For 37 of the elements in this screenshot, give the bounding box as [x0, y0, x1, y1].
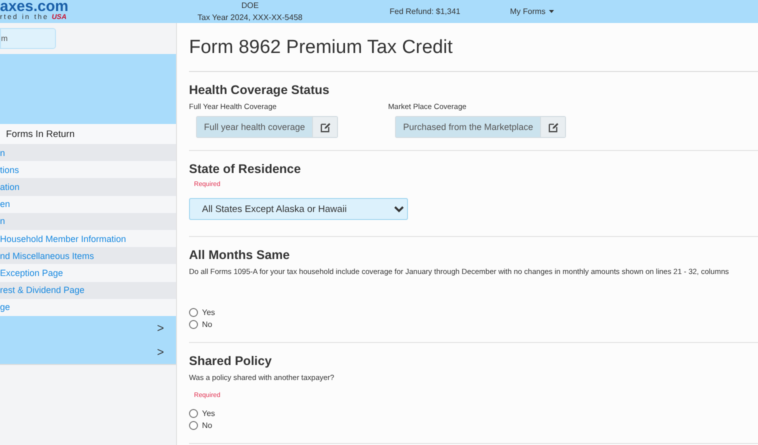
- section-title: All Months Same: [189, 248, 291, 262]
- option-label: No: [202, 320, 212, 328]
- sidebar-item[interactable]: nd Miscellaneous Items: [0, 247, 176, 264]
- coverage-field[interactable]: Purchased from the Marketplace: [395, 116, 566, 138]
- forms-heading: Forms In Return: [6, 128, 75, 140]
- section-title: Health Coverage Status: [189, 83, 330, 97]
- radio-button[interactable]: [189, 408, 198, 418]
- radio-button[interactable]: [189, 308, 198, 316]
- radio-button[interactable]: [189, 320, 198, 328]
- search-field[interactable]: m: [0, 28, 56, 49]
- sidebar-section[interactable]: >: [0, 340, 176, 364]
- sidebar-item[interactable]: n: [0, 144, 176, 162]
- coverage-field[interactable]: Full year health coverage: [196, 116, 338, 138]
- sidebar-item[interactable]: ation: [0, 178, 176, 196]
- tax-year-text: Tax Year 2024, XXX-XX-5458: [196, 12, 304, 24]
- sidebar-item[interactable]: rest & Dividend Page: [0, 282, 176, 299]
- logo-text: axes.com: [0, 0, 70, 14]
- edit-icon: [548, 122, 559, 132]
- radio-button[interactable]: [189, 420, 198, 430]
- refund-amount: Fed Refund: $1,341: [390, 7, 460, 16]
- chevron-text: >: [156, 320, 164, 335]
- caret-icon: [548, 10, 554, 13]
- page-title: Form 8962 Premium Tax Credit: [189, 37, 758, 72]
- section-title: Shared Policy: [189, 354, 273, 368]
- chevron-text: >: [156, 344, 164, 359]
- state-dropdown[interactable]: All States Except Alaska or Hawaii: [189, 198, 408, 220]
- section-title: State of Residence: [189, 162, 302, 176]
- sidebar-section[interactable]: >: [0, 316, 176, 340]
- edit-button[interactable]: [540, 117, 566, 137]
- option-label: Yes: [202, 308, 216, 316]
- edit-icon: [320, 122, 331, 132]
- sidebar-item[interactable]: n: [0, 212, 176, 230]
- option-label: No: [202, 420, 212, 430]
- edit-button[interactable]: [312, 117, 338, 137]
- taxpayer-name: DOE: [240, 0, 260, 12]
- my-forms-menu[interactable]: My Forms: [510, 7, 554, 16]
- option-label: Yes: [202, 408, 216, 418]
